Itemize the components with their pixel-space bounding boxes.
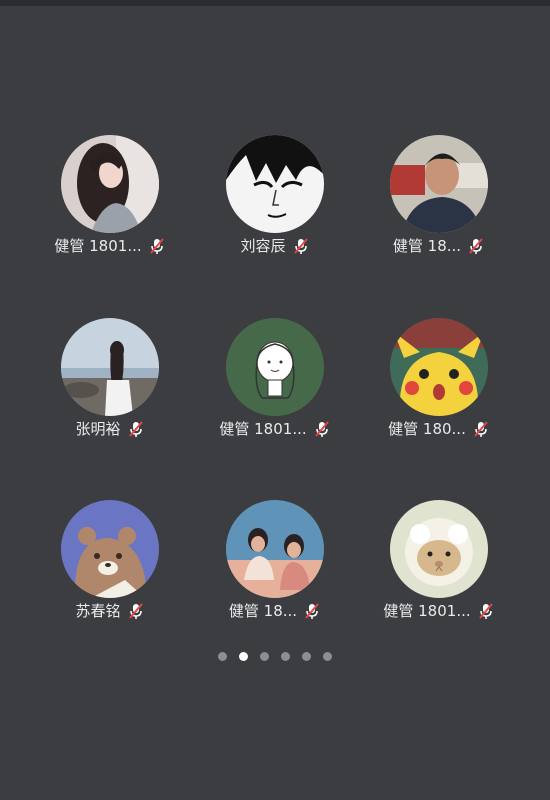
avatar: [61, 318, 159, 416]
participant-grid: 健管 1801... 刘容辰 健管 18... 张明裕 健管 1801... 健…: [0, 0, 550, 800]
mic-muted-icon: [314, 421, 329, 437]
participant-name: 刘容辰: [240, 237, 286, 255]
participant-tile[interactable]: 健管 18...: [195, 500, 355, 635]
mic-muted-icon: [149, 238, 164, 254]
mic-muted-icon: [128, 603, 143, 619]
participant-tile[interactable]: 张明裕: [30, 318, 190, 453]
page-dot[interactable]: [323, 652, 332, 661]
page-dot[interactable]: [302, 652, 311, 661]
avatar: [226, 135, 324, 233]
avatar: [61, 500, 159, 598]
page-dot[interactable]: [260, 652, 269, 661]
participant-name: 健管 1801...: [219, 420, 307, 438]
mic-muted-icon: [469, 238, 483, 254]
avatar: [390, 318, 488, 416]
participant-name: 健管 1801...: [383, 602, 471, 620]
participant-tile[interactable]: 健管 1801...: [359, 500, 519, 635]
participant-name: 苏春铭: [75, 602, 121, 620]
participant-tile[interactable]: 健管 1801...: [30, 135, 190, 270]
participant-tile[interactable]: 健管 180...: [359, 318, 519, 453]
participant-name: 健管 180...: [388, 420, 466, 438]
participant-name: 健管 18...: [228, 602, 298, 620]
participant-tile[interactable]: 苏春铭: [30, 500, 190, 635]
mic-muted-icon: [293, 238, 308, 254]
mic-muted-icon: [128, 421, 143, 437]
page-indicator: [0, 652, 550, 662]
avatar: [61, 135, 159, 233]
page-dot[interactable]: [281, 652, 290, 661]
participant-tile[interactable]: 健管 18...: [359, 135, 519, 270]
participant-tile[interactable]: 健管 1801...: [195, 318, 355, 453]
avatar: [390, 135, 488, 233]
mic-muted-icon: [478, 603, 493, 619]
page-dot-active[interactable]: [239, 652, 248, 661]
participant-name: 健管 1801...: [54, 237, 142, 255]
avatar: [226, 500, 324, 598]
mic-muted-icon: [305, 603, 319, 619]
mic-muted-icon: [474, 421, 488, 437]
avatar: [390, 500, 488, 598]
page-dot[interactable]: [218, 652, 227, 661]
participant-name: 健管 18...: [392, 237, 462, 255]
participant-name: 张明裕: [75, 420, 121, 438]
avatar: [226, 318, 324, 416]
participant-tile[interactable]: 刘容辰: [195, 135, 355, 270]
